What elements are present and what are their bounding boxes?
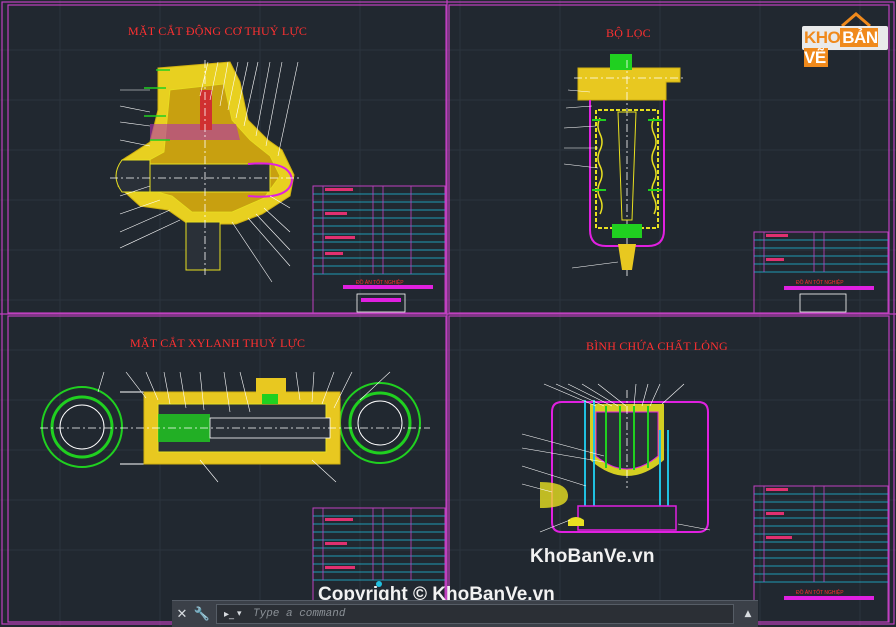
title-block-2: [753, 231, 889, 315]
chevron-up-icon[interactable]: ▲: [738, 604, 758, 624]
filter-section: [563, 54, 684, 276]
chevron-down-icon[interactable]: ▾: [237, 609, 251, 619]
close-icon[interactable]: ✕: [172, 604, 192, 624]
title-block-4-label: ĐỒ ÁN TỐT NGHIỆP: [796, 590, 844, 596]
section-title-filter: BỘ LỌC: [606, 26, 651, 40]
command-input[interactable]: [251, 607, 733, 621]
command-field: ▸_ ▾: [216, 604, 734, 624]
hydraulic-motor-section: [110, 60, 300, 283]
hydraulic-cylinder-section: [40, 371, 430, 483]
command-line-bar: ✕ 🔧 ▸_ ▾ ▲: [172, 600, 758, 627]
wrench-icon[interactable]: 🔧: [192, 604, 212, 624]
site-watermark: KhoBanVe.vn: [530, 546, 655, 567]
sheet-frames: [0, 0, 896, 626]
cad-drawing-canvas[interactable]: [0, 0, 896, 626]
section-title-motor: MẶT CẮT ĐỘNG CƠ THUỶ LỰC: [128, 24, 308, 38]
section-title-cylinder: MẶT CẮT XYLANH THUỶ LỰC: [130, 336, 306, 350]
command-prompt-icon[interactable]: ▸_: [221, 604, 237, 624]
section-title-tank: BÌNH CHỨA CHẤT LỎNG: [586, 339, 728, 353]
title-block-4: [753, 485, 889, 623]
title-block-2-label: ĐỒ ÁN TỐT NGHIỆP: [796, 280, 844, 286]
logo-wordmark: KHO BẢN VẼ: [804, 28, 896, 68]
fluid-tank-section: [521, 383, 711, 533]
title-block-1: [312, 185, 446, 315]
logo-part-1: KHO: [804, 28, 841, 47]
title-block-1-label: ĐỒ ÁN TỐT NGHIỆP: [356, 280, 404, 286]
